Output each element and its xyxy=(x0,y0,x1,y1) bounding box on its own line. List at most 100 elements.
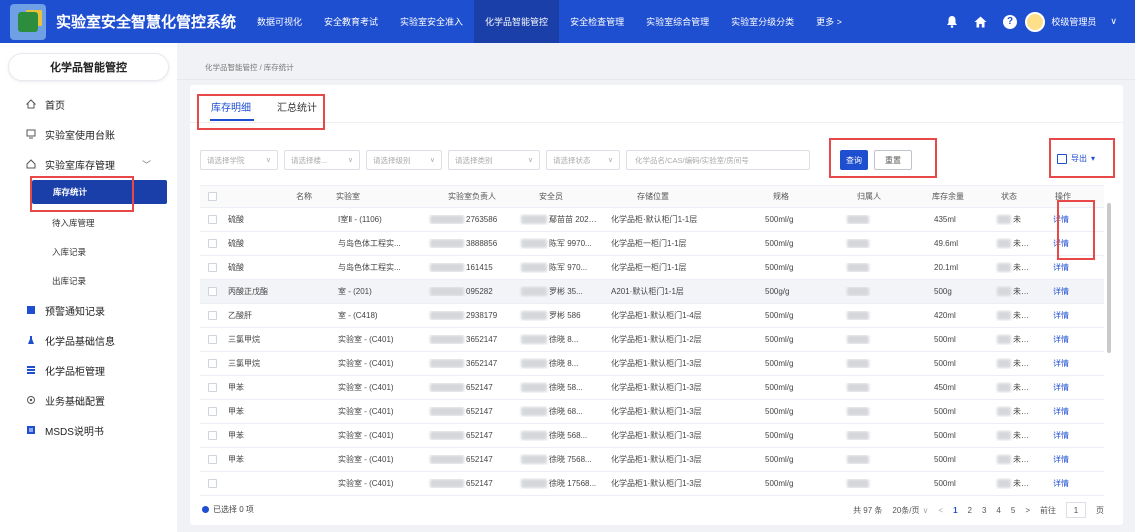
sidebar-item-alerts[interactable]: 预警通知记录 xyxy=(0,295,177,325)
table-row[interactable]: 硫酸 I室Ⅱ - (1106) 2763586 鄢苗苗 202992... 化学品柜·默… xyxy=(200,208,1104,232)
sidebar-sub-pending-storage[interactable]: 待入库管理 xyxy=(0,208,177,237)
cell-action[interactable]: 详情 xyxy=(1053,455,1069,464)
sidebar-item-home[interactable]: 首页 xyxy=(0,89,177,119)
table-cell-spec: 500ml/g xyxy=(751,455,831,464)
cell-spec: 500ml/g xyxy=(765,263,794,272)
page-4[interactable]: 4 xyxy=(996,506,1000,515)
table-cell-action[interactable]: 详情 xyxy=(1035,454,1095,465)
status-select[interactable]: 请选择状态 ∨ xyxy=(546,150,620,170)
table-row[interactable]: 三氯甲烷 实验室 - (C401) 3652147 徐晓 8... 化学品柜1·默认柜门… xyxy=(200,328,1104,352)
row-checkbox[interactable] xyxy=(200,335,224,344)
tab-summary-stats[interactable]: 汇总统计 xyxy=(277,99,317,114)
level-select[interactable]: 请选择级别 ∨ xyxy=(366,150,442,170)
table-cell-action[interactable]: 详情 xyxy=(1035,382,1095,393)
table-row[interactable]: 硫酸 与岛色体工程实... 3888856 陈军 9970... 化学品柜一柜门1-1层… xyxy=(200,232,1104,256)
table-cell-action[interactable]: 详情 xyxy=(1035,214,1095,225)
row-checkbox[interactable] xyxy=(200,479,224,488)
table-row[interactable]: 实验室 - (C401) 652147 徐晓 17568... 化学品柜1·默认柜门1… xyxy=(200,472,1104,496)
sidebar-item-cabinet[interactable]: 化学品柜管理 xyxy=(0,355,177,385)
page-2[interactable]: 2 xyxy=(968,506,972,515)
table-scrollbar[interactable] xyxy=(1107,203,1111,353)
nav-item-safety-education[interactable]: 安全教育考试 xyxy=(313,0,389,43)
export-button[interactable]: 导出 ▾ xyxy=(1057,153,1095,164)
table-cell-action[interactable]: 详情 xyxy=(1035,286,1095,297)
sidebar-item-inventory[interactable]: 实验室库存管理 ﹀ xyxy=(0,149,177,179)
row-checkbox[interactable] xyxy=(200,263,224,272)
home-icon[interactable] xyxy=(974,16,987,28)
page-size-select[interactable]: 20条/页 ∨ xyxy=(892,505,928,516)
bell-icon[interactable] xyxy=(946,15,958,28)
table-row[interactable]: 甲苯 实验室 - (C401) 652147 徐晓 58... 化学品柜1·默认柜门1-… xyxy=(200,376,1104,400)
sidebar-item-chemical-info[interactable]: 化学品基础信息 xyxy=(0,325,177,355)
row-checkbox[interactable] xyxy=(200,359,224,368)
table-cell-action[interactable]: 详情 xyxy=(1035,262,1095,273)
nav-item-lab-access[interactable]: 实验室安全准入 xyxy=(389,0,474,43)
sidebar-item-msds[interactable]: MSDS说明书 xyxy=(0,415,177,445)
cell-name: 丙酸正戊酯 xyxy=(228,287,268,296)
cell-action[interactable]: 详情 xyxy=(1053,263,1069,272)
category-select[interactable]: 请选择类别 ∨ xyxy=(448,150,540,170)
prev-page-button[interactable]: < xyxy=(938,506,943,515)
table-cell-action[interactable]: 详情 xyxy=(1035,430,1095,441)
user-menu[interactable]: 校级管理员 ∨ xyxy=(1025,0,1117,43)
table-row[interactable]: 丙酸正戊酯 室 - (201) 095282 罗彬 35... A201·默认柜门1-1… xyxy=(200,280,1104,304)
table-row[interactable]: 硫酸 与岛色体工程实... 161415 陈军 970... 化学品柜一柜门1-1层 50… xyxy=(200,256,1104,280)
sidebar-sub-inbound-records[interactable]: 入库记录 xyxy=(0,237,177,266)
nav-item-lab-classification[interactable]: 实验室分级分类 xyxy=(720,0,805,43)
query-button[interactable]: 查询 xyxy=(840,150,868,170)
cell-action[interactable]: 详情 xyxy=(1053,479,1069,488)
table-row[interactable]: 乙酸肝 室 - (C418) 2938179 罗彬 586 化学品柜1·默认柜门1-4层… xyxy=(200,304,1104,328)
row-checkbox[interactable] xyxy=(200,455,224,464)
cell-action[interactable]: 详情 xyxy=(1053,359,1069,368)
reset-button[interactable]: 重置 xyxy=(874,150,912,170)
table-row[interactable]: 三氯甲烷 实验室 - (C401) 3652147 徐晓 8... 化学品柜1·默认柜门… xyxy=(200,352,1104,376)
sidebar-item-config[interactable]: 业务基础配置 xyxy=(0,385,177,415)
row-checkbox[interactable] xyxy=(200,215,224,224)
cell-action[interactable]: 详情 xyxy=(1053,383,1069,392)
col-header-location: 存储位置 xyxy=(637,192,669,201)
row-checkbox[interactable] xyxy=(200,383,224,392)
cell-action[interactable]: 详情 xyxy=(1053,335,1069,344)
jump-page-input[interactable]: 1 xyxy=(1066,502,1086,518)
nav-item-chemical-control[interactable]: 化学品智能管控 xyxy=(474,0,560,43)
cell-status: 未使用 xyxy=(1013,239,1035,248)
nav-item-more[interactable]: 更多 > xyxy=(805,0,853,43)
table-cell-action[interactable]: 详情 xyxy=(1035,334,1095,345)
tab-inventory-detail[interactable]: 库存明细 xyxy=(211,99,251,114)
table-row[interactable]: 甲苯 实验室 - (C401) 652147 徐晓 7568... 化学品柜1·默认柜门… xyxy=(200,448,1104,472)
table-cell-action[interactable]: 详情 xyxy=(1035,406,1095,417)
cell-action[interactable]: 详情 xyxy=(1053,311,1069,320)
help-icon[interactable]: ? xyxy=(1003,14,1017,29)
table-row[interactable]: 甲苯 实验室 - (C401) 652147 徐晓 568... 化学品柜1·默认柜门1… xyxy=(200,424,1104,448)
avatar[interactable] xyxy=(1025,11,1046,32)
row-checkbox[interactable] xyxy=(200,239,224,248)
sidebar-sub-outbound-records[interactable]: 出库记录 xyxy=(0,266,177,295)
row-checkbox[interactable] xyxy=(200,287,224,296)
nav-item-visualization[interactable]: 数据可视化 xyxy=(246,0,313,43)
page-5[interactable]: 5 xyxy=(1011,506,1015,515)
table-cell-action[interactable]: 详情 xyxy=(1035,478,1095,489)
cell-action[interactable]: 详情 xyxy=(1053,431,1069,440)
row-checkbox[interactable] xyxy=(200,311,224,320)
page-3[interactable]: 3 xyxy=(982,506,986,515)
building-select[interactable]: 请选择楼... ∨ xyxy=(284,150,360,170)
sidebar-sub-inventory-stats[interactable]: 库存统计 xyxy=(32,180,167,204)
nav-item-safety-inspection[interactable]: 安全检查管理 xyxy=(559,0,635,43)
cell-action[interactable]: 详情 xyxy=(1053,287,1069,296)
page-1[interactable]: 1 xyxy=(953,506,957,515)
select-all-checkbox[interactable] xyxy=(200,192,224,201)
cell-action[interactable]: 详情 xyxy=(1053,407,1069,416)
table-cell-action[interactable]: 详情 xyxy=(1035,310,1095,321)
search-input[interactable]: 化学品名/CAS/编码/实验室/房间号 xyxy=(626,150,810,170)
table-row[interactable]: 甲苯 实验室 - (C401) 652147 徐晓 68... 化学品柜1·默认柜门1-… xyxy=(200,400,1104,424)
cell-action[interactable]: 详情 xyxy=(1053,215,1069,224)
college-select[interactable]: 请选择学院 ∨ xyxy=(200,150,278,170)
row-checkbox[interactable] xyxy=(200,431,224,440)
table-cell-action[interactable]: 详情 xyxy=(1035,238,1095,249)
table-cell-action[interactable]: 详情 xyxy=(1035,358,1095,369)
sidebar-item-lab-ledger[interactable]: 实验室使用台账 xyxy=(0,119,177,149)
row-checkbox[interactable] xyxy=(200,407,224,416)
cell-action[interactable]: 详情 xyxy=(1053,239,1069,248)
next-page-button[interactable]: > xyxy=(1025,506,1030,515)
nav-item-lab-management[interactable]: 实验室综合管理 xyxy=(635,0,720,43)
